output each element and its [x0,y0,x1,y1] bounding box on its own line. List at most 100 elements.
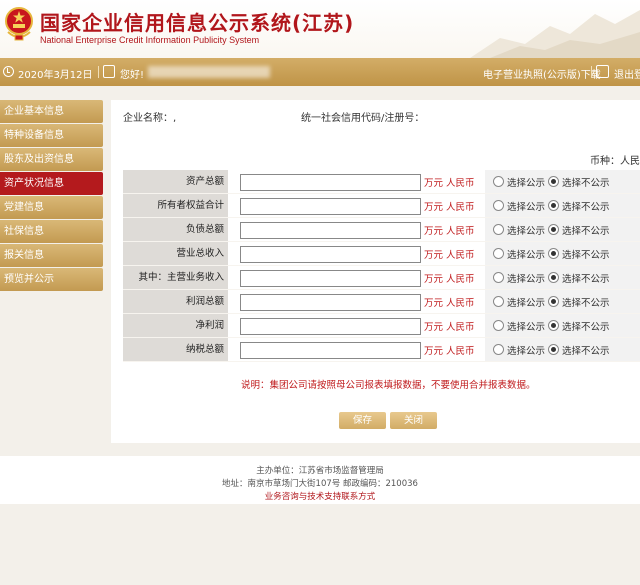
radio-public-label: 选择公示 [507,250,546,261]
unit-label: 万元 人民币 [424,322,475,333]
site-footer: 主办单位：江苏省市场监督管理局 地址：南京市草场门大街107号 邮政编码：210… [0,456,640,504]
form-row-main-business-revenue: 其中：主营业务收入 万元 人民币 选择公示 选择不公示 [123,266,640,290]
radio-public-label: 选择公示 [507,178,546,189]
radio-public-label: 选择公示 [507,298,546,309]
sidebar-item-social-security[interactable]: 社保信息 [0,220,103,243]
clock-icon [3,66,14,77]
publicity-options: 选择公示 选择不公示 [485,194,640,217]
radio-public[interactable] [493,176,504,187]
field-label: 资产总额 [123,170,228,193]
unit-label: 万元 人民币 [424,274,475,285]
unit-label: 万元 人民币 [424,178,475,189]
save-button[interactable]: 保存 [339,412,386,429]
form-row-total-revenue: 营业总收入 万元 人民币 选择公示 选择不公示 [123,242,640,266]
radio-public[interactable] [493,224,504,235]
field-label: 负债总额 [123,218,228,241]
radio-private[interactable] [548,296,559,307]
logout-icon[interactable] [596,65,609,78]
field-label: 净利润 [123,314,228,337]
publicity-options: 选择公示 选择不公示 [485,314,640,337]
radio-private-label: 选择不公示 [562,346,610,357]
radio-private-label: 选择不公示 [562,202,610,213]
form-row-owners-equity: 所有者权益合计 万元 人民币 选择公示 选择不公示 [123,194,640,218]
form-row-total-profit: 利润总额 万元 人民币 选择公示 选择不公示 [123,290,640,314]
national-emblem-icon [5,7,33,41]
radio-private-label: 选择不公示 [562,298,610,309]
radio-private-label: 选择不公示 [562,226,610,237]
radio-private-label: 选择不公示 [562,178,610,189]
publicity-options: 选择公示 选择不公示 [485,170,640,193]
current-date: 2020年3月12日 [18,70,93,81]
sidebar-nav: 企业基本信息 特种设备信息 股东及出资信息 资产状况信息 党建信息 社保信息 报… [0,100,103,292]
radio-private[interactable] [548,320,559,331]
main-business-revenue-input[interactable] [240,270,421,287]
sidebar-item-preview-publish[interactable]: 预览并公示 [0,268,103,291]
radio-private[interactable] [548,248,559,259]
sidebar-item-special-equipment[interactable]: 特种设备信息 [0,124,103,147]
greeting-text: 您好! [120,70,145,81]
field-label: 营业总收入 [123,242,228,265]
unit-label: 万元 人民币 [424,250,475,261]
radio-public[interactable] [493,200,504,211]
publicity-options: 选择公示 选择不公示 [485,218,640,241]
radio-public-label: 选择公示 [507,346,546,357]
radio-private-label: 选择不公示 [562,322,610,333]
radio-public[interactable] [493,344,504,355]
logout-link[interactable]: 退出登 [614,66,640,81]
sidebar-item-customs[interactable]: 报关信息 [0,244,103,267]
radio-public-label: 选择公示 [507,226,546,237]
support-contact-link[interactable]: 业务咨询与技术支持联系方式 [0,490,640,502]
total-revenue-input[interactable] [240,246,421,263]
owners-equity-input[interactable] [240,198,421,215]
license-download-link[interactable]: 电子营业执照(公示版)下载 [483,66,601,81]
radio-public[interactable] [493,320,504,331]
site-subtitle-en: National Enterprise Credit Information P… [40,35,260,45]
radio-public[interactable] [493,248,504,259]
footer-address: 地址：南京市草场门大街107号 邮政编码：210036 [222,479,418,489]
radio-public[interactable] [493,296,504,307]
footer-host: 主办单位：江苏省市场监督管理局 [256,466,384,476]
radio-private[interactable] [548,224,559,235]
radio-private[interactable] [548,200,559,211]
great-wall-decoration [470,10,640,58]
publicity-options: 选择公示 选择不公示 [485,338,640,361]
currency-label: 币种：人民 [590,156,640,167]
company-name-label: 企业名称：, [123,113,177,124]
sidebar-item-shareholders[interactable]: 股东及出资信息 [0,148,103,171]
radio-public[interactable] [493,272,504,283]
divider [591,66,592,78]
redacted-username [148,66,270,78]
sidebar-item-assets[interactable]: 资产状况信息 [0,172,103,195]
user-icon [103,65,115,78]
field-label: 所有者权益合计 [123,194,228,217]
radio-public-label: 选择公示 [507,322,546,333]
form-row-total-liabilities: 负债总额 万元 人民币 选择公示 选择不公示 [123,218,640,242]
total-profit-input[interactable] [240,294,421,311]
radio-private-label: 选择不公示 [562,274,610,285]
unit-label: 万元 人民币 [424,202,475,213]
sidebar-item-basic-info[interactable]: 企业基本信息 [0,100,103,123]
net-profit-input[interactable] [240,318,421,335]
unit-label: 万元 人民币 [424,226,475,237]
radio-private[interactable] [548,176,559,187]
radio-private[interactable] [548,272,559,283]
radio-public-label: 选择公示 [507,202,546,213]
radio-public-label: 选择公示 [507,274,546,285]
unit-label: 万元 人民币 [424,346,475,357]
total-tax-input[interactable] [240,342,421,359]
unit-label: 万元 人民币 [424,298,475,309]
credit-code-label: 统一社会信用代码/注册号： [301,113,425,124]
form-row-total-tax: 纳税总额 万元 人民币 选择公示 选择不公示 [123,338,640,362]
total-assets-input[interactable] [240,174,421,191]
field-label: 纳税总额 [123,338,228,361]
radio-private[interactable] [548,344,559,355]
main-panel: 企业名称：, 统一社会信用代码/注册号： 币种：人民 资产总额 万元 人民币 选… [111,100,640,443]
total-liabilities-input[interactable] [240,222,421,239]
publicity-options: 选择公示 选择不公示 [485,242,640,265]
close-button[interactable]: 关闭 [390,412,437,429]
publicity-options: 选择公示 选择不公示 [485,266,640,289]
instruction-note: 说明：集团公司请按照母公司报表填报数据，不要使用合并报表数据。 [241,380,536,391]
sidebar-item-party-building[interactable]: 党建信息 [0,196,103,219]
form-row-total-assets: 资产总额 万元 人民币 选择公示 选择不公示 [123,170,640,194]
site-title: 国家企业信用信息公示系统(江苏) [40,11,355,35]
